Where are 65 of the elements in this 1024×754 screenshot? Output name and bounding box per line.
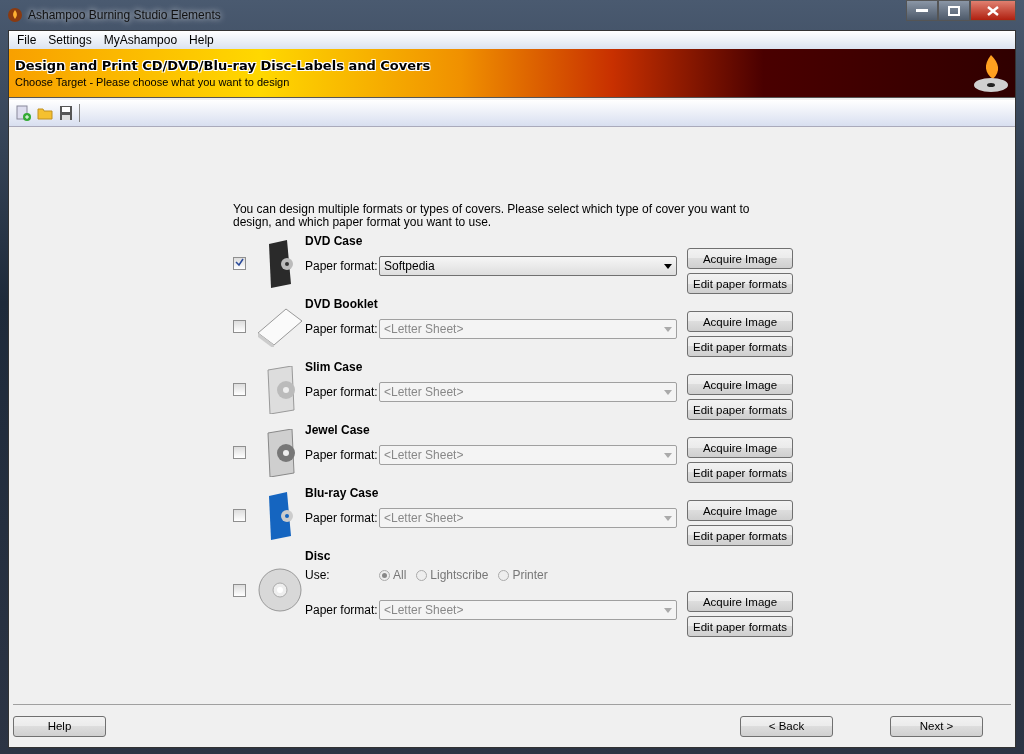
minimize-icon: [916, 8, 928, 13]
caret-icon: [664, 607, 672, 613]
cover-type-title: Slim Case: [305, 360, 364, 374]
radio-option[interactable]: Printer: [498, 568, 548, 582]
close-icon: [987, 5, 999, 16]
paper-format-label: Paper format:: [305, 322, 379, 336]
intro-text: You can design multiple formats or types of covers. Please select which type of cover you want to design, and which paper format you want to use.: [233, 203, 751, 229]
checkbox[interactable]: [233, 383, 246, 396]
menu-item[interactable]: Settings: [42, 33, 98, 47]
edit-paper-formats-button[interactable]: Edit paper formats: [687, 616, 793, 637]
booklet-icon: [256, 306, 304, 347]
menu-item[interactable]: MyAshampoo: [97, 33, 184, 47]
edit-paper-formats-button[interactable]: Edit paper formats: [687, 336, 793, 357]
checkbox[interactable]: [233, 509, 246, 522]
checkbox[interactable]: [233, 446, 246, 459]
acquire-image-button[interactable]: Acquire Image: [687, 500, 793, 521]
window-title: Ashampoo Burning Studio Elements: [28, 8, 222, 22]
edit-paper-formats-button[interactable]: Edit paper formats: [687, 462, 793, 483]
cover-type-title: Disc: [305, 549, 332, 563]
checkbox[interactable]: [233, 257, 246, 270]
acquire-image-button[interactable]: Acquire Image: [687, 248, 793, 269]
banner-title: Design and Print CD/DVD/Blu-ray Disc-Labels and Covers: [15, 58, 432, 73]
new-document-icon[interactable]: [15, 105, 31, 121]
acquire-image-button[interactable]: Acquire Image: [687, 437, 793, 458]
caret-icon: [664, 326, 672, 332]
edit-paper-formats-button[interactable]: Edit paper formats: [687, 525, 793, 546]
maximize-icon: [948, 5, 960, 16]
checkbox[interactable]: [233, 583, 246, 597]
acquire-image-button[interactable]: Acquire Image: [687, 591, 793, 612]
cover-type-title: Blu-ray Case: [305, 486, 380, 500]
save-icon[interactable]: [59, 105, 73, 121]
burning-disc-logo-icon: [973, 53, 1009, 93]
caret-icon: [664, 452, 672, 458]
paper-format-label: Paper format:: [305, 603, 379, 617]
caret-icon: [664, 389, 672, 395]
next-button[interactable]: Next >: [890, 715, 983, 737]
maximize-button[interactable]: [938, 0, 970, 21]
checkbox[interactable]: [233, 320, 246, 333]
back-button[interactable]: < Back: [740, 715, 833, 737]
paper-format-label: Paper format:: [305, 511, 379, 525]
use-label: Use:: [305, 568, 331, 582]
edit-paper-formats-button[interactable]: Edit paper formats: [687, 273, 793, 294]
paper-format-label: Paper format:: [305, 385, 379, 399]
caret-icon: [664, 515, 672, 521]
paper-format-label: Paper format:: [305, 259, 379, 273]
paper-format-dropdown[interactable]: Softpedia: [379, 256, 677, 276]
acquire-image-button[interactable]: Acquire Image: [687, 374, 793, 395]
help-button[interactable]: Help: [13, 715, 106, 737]
radio-option[interactable]: All: [379, 568, 407, 582]
close-button[interactable]: [970, 0, 1016, 21]
menu-item[interactable]: Help: [183, 33, 220, 47]
folder-icon[interactable]: [37, 105, 53, 121]
cover-type-title: DVD Case: [305, 234, 364, 248]
disc-icon: [258, 568, 302, 612]
acquire-image-button[interactable]: Acquire Image: [687, 311, 793, 332]
minimize-button[interactable]: [906, 0, 938, 21]
menu-item[interactable]: File: [11, 33, 43, 47]
edit-paper-formats-button[interactable]: Edit paper formats: [687, 399, 793, 420]
cover-type-title: DVD Booklet: [305, 297, 379, 311]
app-icon: [8, 8, 22, 22]
cover-type-title: Jewel Case: [305, 423, 371, 437]
paper-format-label: Paper format:: [305, 448, 379, 462]
banner-subtitle: Choose Target - Please choose what you want to design: [15, 76, 291, 88]
caret-icon: [664, 263, 672, 269]
radio-option[interactable]: Lightscribe: [416, 568, 489, 582]
